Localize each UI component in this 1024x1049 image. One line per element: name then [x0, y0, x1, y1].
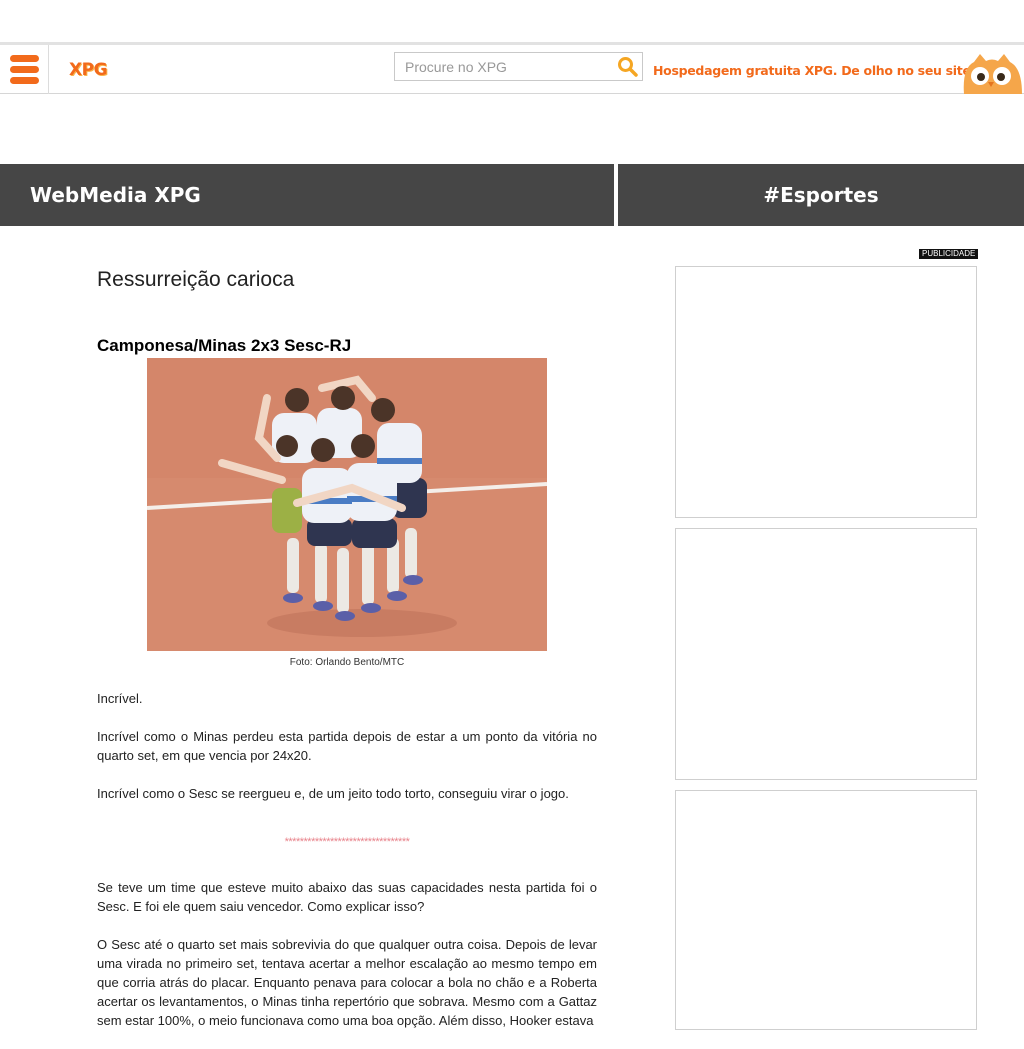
photo-caption: Foto: Orlando Bento/MTC [289, 657, 405, 668]
search-input[interactable] [395, 53, 610, 80]
paragraph: Incrível como o Sesc se reergueu e, de u… [97, 786, 569, 801]
article: Ressurreição carioca Camponesa/Minas 2x3… [97, 268, 597, 1028]
match-result-heading: Camponesa/Minas 2x3 Sesc-RJ [97, 336, 352, 355]
hosting-promo-link[interactable]: Hospedagem gratuita XPG. De olho no seu … [653, 63, 975, 78]
section-title-webmedia[interactable]: WebMedia XPG [0, 164, 614, 226]
paragraph: Incrível. [97, 691, 143, 706]
paragraph: O Sesc até o quarto set mais sobrevivia … [97, 937, 597, 1028]
paragraph: Se teve um time que esteve muito abaixo … [97, 880, 597, 914]
search-icon[interactable] [617, 56, 639, 78]
menu-icon[interactable] [0, 45, 49, 94]
section-title-esportes: #Esportes [618, 164, 1024, 226]
menu-bar [10, 55, 39, 62]
article-photo [147, 358, 547, 651]
advertising-label: PUBLICIDADE [919, 249, 979, 259]
xpg-logo[interactable]: XPG [69, 60, 108, 80]
ad-slot[interactable] [675, 528, 977, 780]
paragraph: Incrível como o Minas perdeu esta partid… [97, 729, 597, 763]
owl-mascot-icon [963, 54, 1022, 94]
menu-bar [10, 66, 39, 73]
article-body: Incrível. Incrível como o Minas perdeu e… [97, 689, 597, 1049]
search-box [394, 52, 643, 81]
ad-slot[interactable] [675, 790, 977, 1030]
site-header: XPG Hospedagem gratuita XPG. De olho no … [0, 42, 1024, 94]
asterisk-separator: ********************************* [284, 836, 410, 848]
ad-slot[interactable] [675, 266, 977, 518]
article-title: Ressurreição carioca [97, 268, 295, 291]
volleyball-team-photo [147, 358, 547, 651]
menu-bar [10, 77, 39, 84]
